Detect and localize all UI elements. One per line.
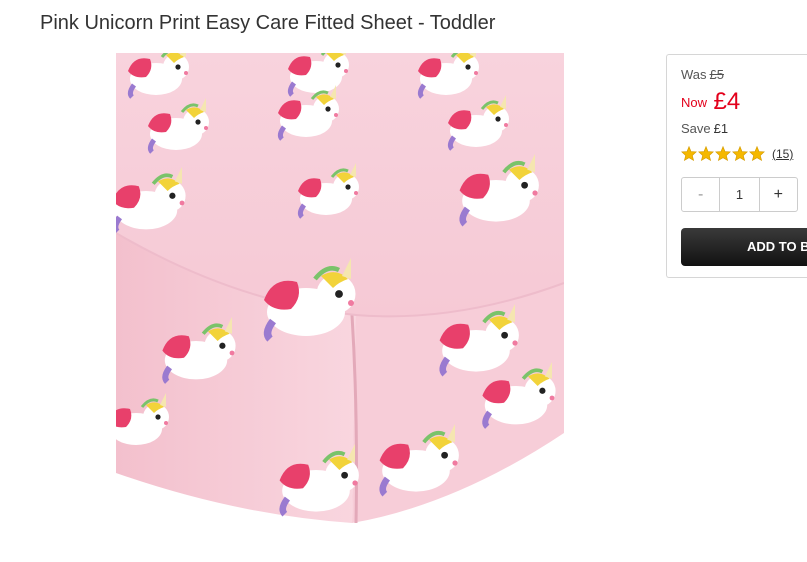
now-label: Now bbox=[681, 95, 708, 110]
was-label: Was bbox=[681, 67, 707, 82]
rating-row: (15) bbox=[681, 146, 793, 161]
save-row: Save £1 bbox=[681, 121, 728, 136]
now-price: £4 bbox=[713, 88, 741, 115]
buy-box: Was£5 Now £4 Save£1 (15) - 1 + ADD TO BA… bbox=[666, 54, 807, 278]
product-page: Pink Unicorn Print Easy Care Fitted Shee… bbox=[0, 0, 807, 562]
star-icon bbox=[698, 146, 714, 161]
was-price-row: Was £5 bbox=[681, 67, 724, 82]
product-image[interactable] bbox=[116, 53, 564, 533]
quantity-stepper: - 1 + bbox=[681, 177, 798, 212]
was-price: £5 bbox=[709, 67, 724, 82]
save-label: Save bbox=[681, 121, 711, 136]
increment-button[interactable]: + bbox=[760, 178, 797, 211]
add-to-basket-button[interactable]: ADD TO BASKET bbox=[681, 228, 807, 266]
star-icon bbox=[681, 146, 697, 161]
star-icon bbox=[715, 146, 731, 161]
decrement-button[interactable]: - bbox=[682, 178, 719, 211]
now-price-row: Now £4 bbox=[681, 88, 740, 116]
quantity-input[interactable]: 1 bbox=[719, 178, 760, 211]
star-icon bbox=[749, 146, 765, 161]
review-count-link[interactable]: (15) bbox=[772, 147, 793, 161]
product-title: Pink Unicorn Print Easy Care Fitted Shee… bbox=[40, 12, 496, 34]
save-value: £1 bbox=[713, 121, 729, 136]
star-icon bbox=[732, 146, 748, 161]
